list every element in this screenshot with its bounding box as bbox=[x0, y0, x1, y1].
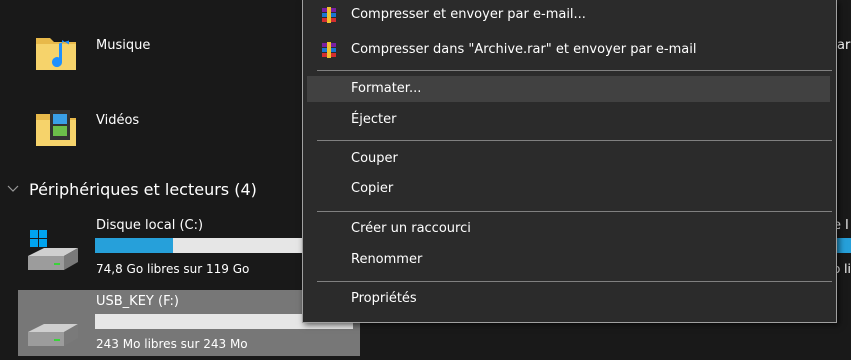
chevron-down-icon[interactable] bbox=[6, 182, 20, 196]
menu-item-label: Créer un raccourci bbox=[351, 221, 471, 236]
menu-separator bbox=[317, 140, 832, 141]
music-folder-icon bbox=[36, 38, 76, 70]
menu-item-format[interactable]: Formater... bbox=[307, 76, 830, 102]
menu-item-label: Formater... bbox=[351, 81, 422, 96]
menu-item-copy[interactable]: Copier bbox=[307, 176, 830, 202]
usb-drive-icon bbox=[28, 324, 78, 346]
folder-musique[interactable]: Musique bbox=[18, 20, 278, 80]
menu-separator bbox=[317, 70, 832, 71]
menu-item-compress-archive-email[interactable]: Compresser dans "Archive.rar" et envoyer… bbox=[307, 37, 830, 63]
menu-item-label: Renommer bbox=[351, 252, 423, 267]
context-menu: Compresser et envoyer par e-mail... Comp… bbox=[302, 0, 837, 323]
winrar-icon bbox=[322, 7, 336, 23]
folder-label: Musique bbox=[96, 38, 151, 53]
menu-item-label: Copier bbox=[351, 181, 394, 196]
menu-item-properties[interactable]: Propriétés bbox=[307, 286, 830, 312]
folder-videos[interactable]: Vidéos bbox=[18, 98, 278, 158]
menu-item-compress-email[interactable]: Compresser et envoyer par e-mail... bbox=[307, 2, 830, 28]
drive-usage-fill bbox=[95, 238, 173, 253]
section-title: Périphériques et lecteurs (4) bbox=[29, 180, 257, 199]
drive-usage-bar bbox=[95, 238, 305, 253]
menu-item-rename[interactable]: Renommer bbox=[307, 247, 830, 273]
winrar-icon bbox=[322, 42, 336, 58]
drive-label: Disque local (C:) bbox=[96, 218, 204, 233]
menu-item-label: Couper bbox=[351, 151, 398, 166]
menu-item-create-shortcut[interactable]: Créer un raccourci bbox=[307, 216, 830, 242]
menu-item-label: Propriétés bbox=[351, 291, 417, 306]
menu-item-cut[interactable]: Couper bbox=[307, 146, 830, 172]
menu-item-eject[interactable]: Éjecter bbox=[307, 107, 830, 133]
drive-free-space: 243 Mo libres sur 243 Mo bbox=[96, 337, 248, 351]
windows-drive-icon bbox=[28, 230, 78, 270]
partial-label: ar bbox=[837, 38, 851, 53]
menu-item-label: Éjecter bbox=[351, 112, 397, 127]
folder-label: Vidéos bbox=[96, 113, 140, 128]
partial-usage-bar bbox=[836, 238, 851, 253]
drive-free-space: 74,8 Go libres sur 119 Go bbox=[96, 262, 250, 276]
drive-label: USB_KEY (F:) bbox=[96, 294, 179, 309]
drive-c[interactable]: Disque local (C:) 74,8 Go libres sur 119… bbox=[18, 214, 308, 282]
menu-separator bbox=[317, 211, 832, 212]
videos-folder-icon bbox=[36, 110, 76, 146]
menu-separator bbox=[317, 281, 832, 282]
menu-item-label: Compresser et envoyer par e-mail... bbox=[351, 7, 586, 22]
menu-item-label: Compresser dans "Archive.rar" et envoyer… bbox=[351, 42, 697, 57]
